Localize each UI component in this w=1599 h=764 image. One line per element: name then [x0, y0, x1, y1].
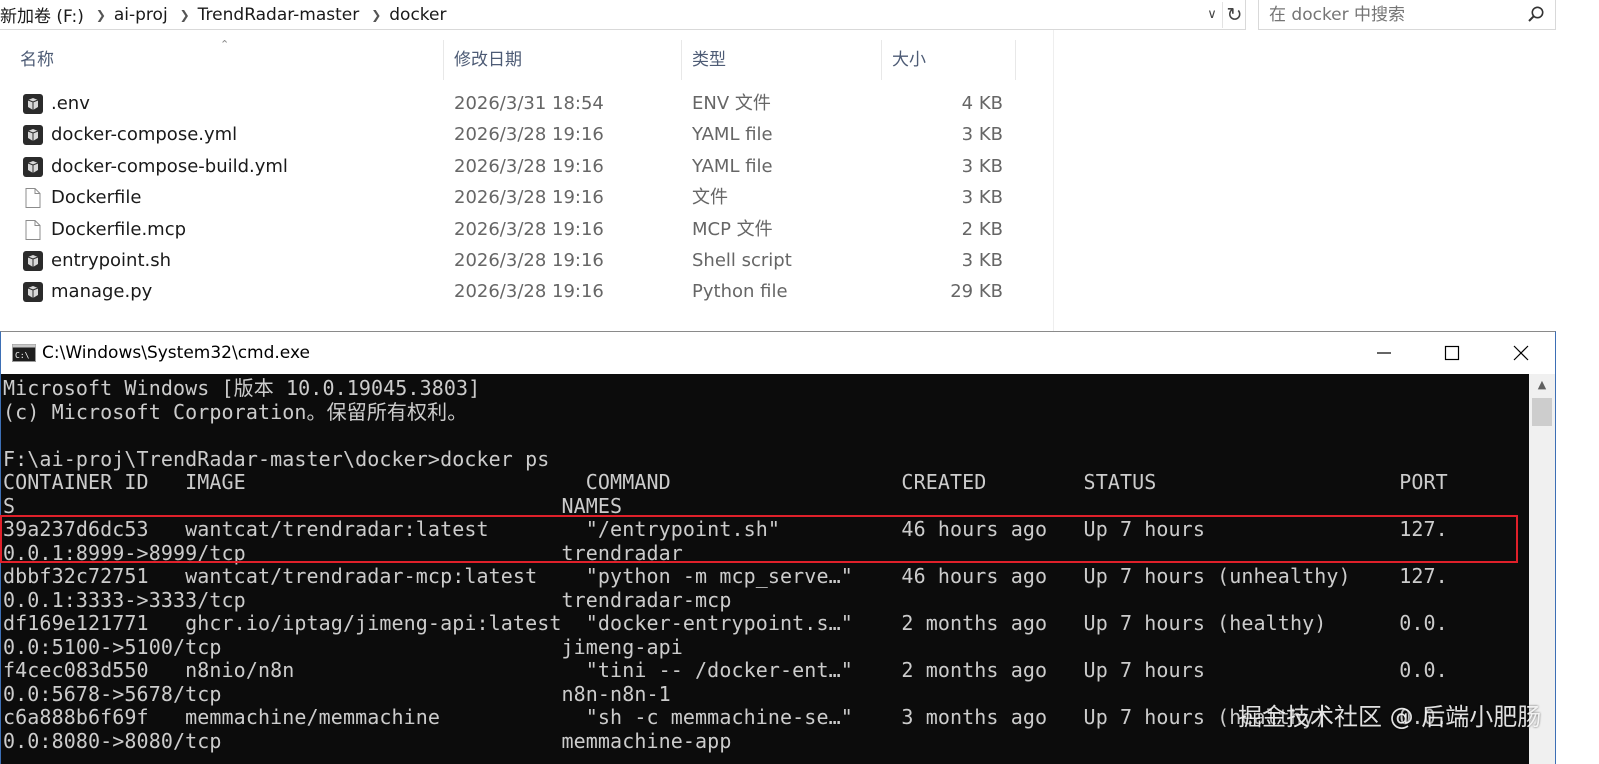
file-date: 2026/3/28 19:16 — [454, 124, 604, 146]
terminal-line: 0.0:8080->8080/tcp memmachine-app — [3, 728, 732, 753]
file-type: MCP 文件 — [692, 218, 773, 240]
terminal-line: 0.0.1:3333->3333/tcp trendradar-mcp — [3, 587, 732, 612]
terminal-line: CONTAINER ID IMAGE COMMAND CREATED STATU… — [3, 470, 1448, 494]
search-icon[interactable] — [1527, 5, 1545, 23]
breadcrumb-ai-proj[interactable]: ai-proj — [114, 5, 172, 25]
scrollbar-thumb[interactable] — [1532, 398, 1552, 426]
file-row[interactable]: .env 2026/3/31 18:54 ENV 文件 4 KB — [0, 88, 1016, 119]
breadcrumb-drive[interactable]: 新加卷 (F:) — [0, 2, 88, 27]
file-type: YAML file — [692, 155, 773, 177]
file-date: 2026/3/28 19:16 — [454, 187, 604, 209]
terminal-line: 0.0:5678->5678/tcp n8n-n8n-1 — [3, 681, 671, 706]
file-size: 3 KB — [961, 124, 1003, 146]
app-file-icon — [22, 281, 44, 303]
close-icon — [1513, 345, 1529, 361]
file-size: 3 KB — [961, 250, 1003, 271]
breadcrumb-chevron-icon[interactable]: ❯ — [93, 8, 109, 22]
file-type: Python file — [692, 281, 788, 303]
file-name: Dockerfile.mcp — [51, 218, 187, 240]
file-date: 2026/3/28 19:16 — [454, 250, 604, 271]
file-size: 2 KB — [961, 218, 1003, 240]
file-name: docker-compose.yml — [51, 124, 238, 146]
file-type: Shell script — [692, 250, 792, 271]
cmd-app-icon: C:\ — [12, 344, 36, 362]
minimize-icon — [1377, 352, 1391, 354]
file-row[interactable]: Dockerfile.mcp 2026/3/28 19:16 MCP 文件 2 KB — [0, 214, 1016, 245]
file-type: ENV 文件 — [692, 93, 771, 114]
file-date: 2026/3/28 19:16 — [454, 281, 604, 303]
app-file-icon — [22, 156, 44, 178]
file-row[interactable]: docker-compose.yml 2026/3/28 19:16 YAML fi… — [0, 119, 1016, 150]
blank-file-icon — [22, 219, 44, 241]
breadcrumb-chevron-icon[interactable]: ❯ — [177, 8, 193, 22]
file-date: 2026/3/31 18:54 — [454, 93, 604, 114]
app-file-icon — [22, 93, 44, 115]
cmd-window-title: C:\Windows\System32\cmd.exe — [42, 343, 310, 363]
terminal-line: F:\ai-proj\TrendRadar-master\docker>dock… — [3, 446, 550, 471]
file-row[interactable]: docker-compose-build.yml 2026/3/28 19:16 Y… — [0, 151, 1016, 182]
search-box[interactable] — [1258, 0, 1556, 30]
file-name: Dockerfile — [51, 187, 142, 209]
file-size: 3 KB — [961, 155, 1003, 177]
app-file-icon — [22, 124, 44, 146]
file-size: 4 KB — [961, 93, 1003, 114]
file-type: YAML file — [692, 124, 773, 146]
breadcrumb-trendradar-master[interactable]: TrendRadar-master — [198, 5, 364, 25]
terminal-line: S NAMES — [3, 493, 623, 518]
close-button[interactable] — [1487, 332, 1555, 374]
file-name: manage.py — [51, 281, 153, 303]
terminal-line: Microsoft Windows [版本 10.0.19045.3803] — [3, 376, 481, 400]
terminal-line: dbbf32c72751 wantcat/trendradar-mcp:late… — [3, 564, 1448, 588]
address-history-chevron-down-icon[interactable]: ∨ — [1202, 4, 1222, 26]
terminal-line: f4cec083d550 n8nio/n8n "tini -- /docker-… — [3, 658, 1448, 682]
file-row[interactable]: manage.py 2026/3/28 19:16 Python file 29 KB — [0, 276, 1016, 307]
file-row[interactable]: entrypoint.sh 2026/3/28 19:16 Shell script… — [0, 245, 1016, 276]
explorer-empty-area — [1053, 30, 1599, 340]
watermark: 掘金技术社区 @ 后端小肥肠 — [1238, 703, 1542, 731]
file-date: 2026/3/28 19:16 — [454, 218, 604, 240]
column-header-type[interactable]: 类型 — [682, 40, 882, 80]
terminal-line: df169e121771 ghcr.io/iptag/jimeng-api:la… — [3, 611, 1448, 635]
maximize-icon — [1444, 345, 1460, 361]
column-header-date[interactable]: 修改日期 — [444, 40, 682, 80]
terminal-line: 0.0.1:8999->8999/tcp trendradar — [3, 540, 683, 565]
file-name: .env — [51, 93, 90, 114]
minimize-button[interactable] — [1350, 332, 1418, 374]
file-row[interactable]: Dockerfile 2026/3/28 19:16 文件 3 KB — [0, 182, 1016, 213]
maximize-button[interactable] — [1418, 332, 1486, 374]
file-date: 2026/3/28 19:16 — [454, 155, 604, 177]
address-bar[interactable]: 新加卷 (F:) ❯ ai-proj ❯ TrendRadar-master ❯… — [0, 0, 1246, 30]
file-size: 29 KB — [950, 281, 1003, 303]
column-header-size[interactable]: 大小 — [882, 40, 1016, 80]
breadcrumb-docker[interactable]: docker — [389, 5, 450, 25]
file-name: docker-compose-build.yml — [51, 155, 288, 177]
terminal-line: (c) Microsoft Corporation。保留所有权利。 — [3, 399, 468, 424]
terminal-line: c6a888b6f69f memmachine/memmachine "sh -… — [3, 705, 1448, 729]
file-explorer: 新加卷 (F:) ❯ ai-proj ❯ TrendRadar-master ❯… — [0, 0, 1599, 340]
app-file-icon — [22, 250, 44, 272]
svg-text:C:\: C:\ — [15, 351, 30, 360]
cmd-titlebar[interactable]: C:\ C:\Windows\System32\cmd.exe — [1, 332, 1555, 374]
sort-ascending-icon: ⌃ — [220, 38, 230, 51]
blank-file-icon — [22, 187, 44, 209]
terminal-line: 39a237d6dc53 wantcat/trendradar:latest "… — [3, 517, 1448, 541]
terminal-line: 0.0:5100->5100/tcp jimeng-api — [3, 634, 683, 659]
breadcrumb-chevron-icon[interactable]: ❯ — [368, 8, 384, 22]
column-headers: 名称 修改日期 类型 大小 — [0, 40, 1016, 80]
scroll-up-icon[interactable]: ▲ — [1529, 374, 1555, 396]
refresh-icon[interactable]: ↻ — [1222, 2, 1246, 28]
file-name: entrypoint.sh — [51, 250, 172, 271]
search-input[interactable] — [1259, 0, 1519, 29]
file-type: 文件 — [692, 187, 728, 209]
file-size: 3 KB — [961, 187, 1003, 209]
